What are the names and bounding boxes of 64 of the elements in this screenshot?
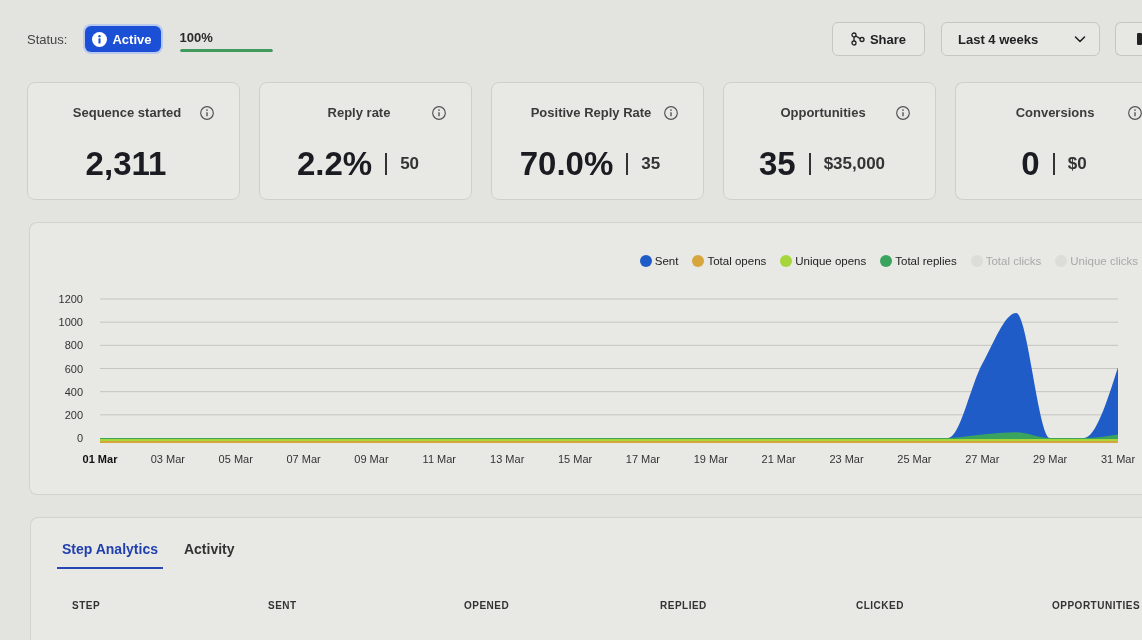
status-label: Status:: [27, 31, 68, 47]
column-header: SENT: [268, 599, 297, 613]
metric-secondary-value: $35,000: [823, 154, 886, 174]
column-header: OPENED: [464, 599, 510, 613]
metric-title: Positive Reply Rate: [529, 105, 653, 121]
column-header: REPLIED: [660, 599, 707, 613]
axis-label: 05 Mar: [218, 453, 253, 465]
info-icon: [1128, 106, 1142, 120]
chevron-down-icon: [1074, 33, 1086, 45]
axis-label: 09 Mar: [354, 453, 389, 465]
metric-secondary-value: 50: [400, 154, 420, 174]
legend-item[interactable]: Total opens: [692, 255, 767, 267]
axis-label: 07 Mar: [286, 453, 321, 465]
date-range-dropdown[interactable]: Last 4 weeks: [941, 22, 1100, 56]
square-icon: [1137, 33, 1142, 45]
metric-title: Opportunities: [779, 105, 867, 121]
info-icon: [200, 106, 214, 120]
metric-value: 2.2%: [296, 145, 373, 183]
axis-label: 29 Mar: [1033, 453, 1068, 465]
share-button[interactable]: Share: [832, 22, 925, 56]
metric-value: 35: [758, 145, 796, 183]
axis-label: 200: [64, 408, 83, 421]
axis-label: 25 Mar: [897, 453, 932, 465]
progress-reading: 100%: [179, 30, 214, 45]
axis-label: 31 Mar: [1100, 453, 1136, 465]
share-icon: [850, 32, 865, 46]
metric-secondary-value: $0: [1067, 154, 1087, 174]
info-icon: [664, 106, 678, 120]
column-header: OPPORTUNITIES: [1052, 599, 1141, 613]
axis-label: 800: [64, 339, 83, 352]
axis-label: 15 Mar: [557, 453, 593, 465]
axis-label: 17 Mar: [625, 453, 661, 465]
metric-title: Conversions: [1014, 105, 1096, 121]
axis-label: 13 Mar: [490, 453, 525, 465]
info-icon: [432, 106, 446, 120]
axis-label: 1200: [58, 293, 83, 305]
axis-label: 21 Mar: [761, 453, 796, 465]
tab[interactable]: Activity: [178, 518, 240, 569]
toolbar-button[interactable]: [1115, 22, 1142, 56]
metric-value: 0: [1021, 145, 1040, 183]
axis-label: 23 Mar: [829, 453, 864, 465]
axis-label: 400: [64, 385, 83, 398]
axis-label: 27 Mar: [965, 453, 1000, 465]
axis-label: 01 Mar: [82, 453, 118, 465]
axis-label: 11 Mar: [422, 453, 457, 465]
status-text: Active: [112, 31, 152, 47]
legend-item[interactable]: Sent: [639, 255, 679, 267]
column-header: CLICKED: [856, 599, 904, 613]
legend-item[interactable]: Total replies: [880, 255, 957, 267]
axis-label: 1000: [58, 316, 83, 329]
axis-label: 600: [64, 362, 83, 375]
metric-secondary-value: 35: [641, 154, 661, 174]
legend-item[interactable]: Unique opens: [780, 255, 867, 267]
info-icon: [92, 31, 108, 47]
column-header: STEP: [72, 599, 101, 613]
info-icon: [896, 106, 910, 120]
metric-value: 70.0%: [519, 145, 614, 183]
axis-label: 0: [76, 432, 83, 444]
metric-title: Sequence started: [71, 105, 183, 121]
axis-label: 19 Mar: [693, 453, 728, 465]
tab[interactable]: Step Analytics: [57, 518, 163, 569]
axis-label: 03 Mar: [150, 453, 185, 465]
metric-title: Reply rate: [326, 105, 392, 121]
metric-value: 2,311: [85, 145, 167, 183]
